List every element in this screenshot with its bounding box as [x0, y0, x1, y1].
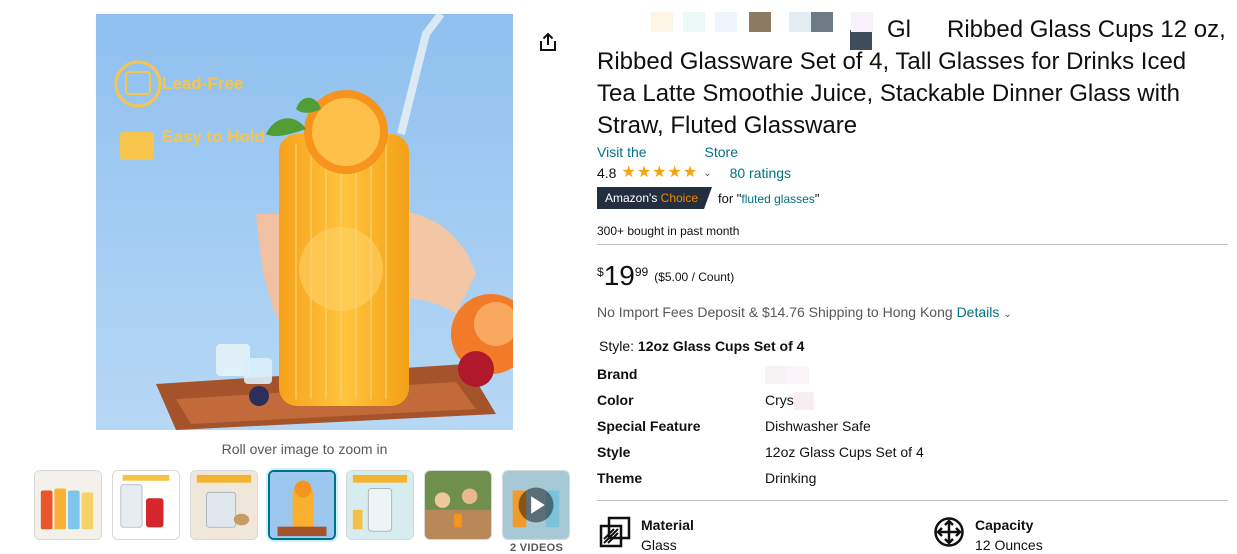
product-title: Gl Ribbed Glass Cups 12 oz, Ribbed Glassw…: [597, 16, 1226, 139]
star-icon: ★: [652, 164, 667, 181]
star-icon: ★: [621, 164, 636, 181]
spec-row-theme: Theme Drinking: [597, 470, 817, 486]
redaction-block: [715, 12, 737, 32]
visit-store-link[interactable]: Visit the Store: [597, 144, 738, 160]
amazons-choice-row: Amazon's Choice for "fluted glasses": [597, 187, 819, 209]
redaction-block: [793, 392, 814, 411]
spec-row-style: Style 12oz Glass Cups Set of 4: [597, 444, 924, 460]
star-icon: ★: [682, 164, 698, 181]
divider: [597, 244, 1228, 245]
redaction-block: [683, 12, 705, 32]
feature-highlights: Material Glass Capacity 12 Ounces: [597, 514, 1237, 554]
star-icon: ★: [667, 164, 682, 181]
title-redacted-area: [597, 19, 887, 43]
thumbnail-6[interactable]: [424, 470, 492, 540]
product-specs-table: Brand Color Crys Special Feature Dishwas…: [597, 366, 1197, 496]
chevron-down-icon[interactable]: ⌄: [1003, 309, 1011, 320]
choice-keyword-link[interactable]: fluted glasses: [741, 192, 814, 206]
main-product-image[interactable]: Lead-Free Easy to Hold: [96, 14, 513, 430]
spec-row-special-feature: Special Feature Dishwasher Safe: [597, 418, 871, 434]
thumbnail-5[interactable]: [346, 470, 414, 540]
redaction-block: [651, 12, 673, 32]
price: $ 19 99 ($5.00 / Count): [597, 260, 735, 291]
shipping-details-link[interactable]: Details: [957, 304, 1000, 320]
easy-to-hold-overlay: Easy to Hold: [162, 127, 265, 146]
redaction-block: [749, 12, 771, 32]
product-photo: Lead-Free Easy to Hold: [96, 14, 513, 430]
thumbnail-1[interactable]: [34, 470, 102, 540]
capacity-icon: [934, 517, 964, 547]
share-icon: [540, 32, 556, 51]
spec-row-brand: Brand: [597, 366, 1197, 392]
bought-past-month: 300+ bought in past month: [597, 224, 740, 238]
material-icon: [599, 516, 631, 548]
spec-row-color: Color Crys: [597, 392, 1197, 418]
choice-keyword: for "fluted glasses": [718, 190, 820, 206]
star-icon: ★: [636, 164, 652, 181]
rating-value: 4.8: [597, 165, 617, 181]
redaction-block: [765, 366, 809, 385]
chevron-down-icon[interactable]: ⌄: [703, 168, 711, 179]
star-rating[interactable]: ★ ★ ★ ★ ★: [621, 165, 697, 181]
video-thumbnail[interactable]: [502, 470, 570, 540]
thumbnail-4[interactable]: [268, 470, 336, 540]
ratings-count-link[interactable]: 80 ratings: [730, 165, 791, 181]
redaction-block: [850, 30, 872, 50]
rating-row: 4.8 ★ ★ ★ ★ ★ ⌄ 80 ratings: [597, 164, 791, 182]
redaction-block: [789, 12, 811, 32]
price-per-unit: ($5.00 / Count): [654, 270, 735, 284]
divider: [597, 500, 1228, 501]
zoom-hint: Roll over image to zoom in: [221, 441, 388, 457]
videos-label[interactable]: 2 VIDEOS: [510, 542, 563, 554]
lead-free-overlay: Lead-Free: [162, 74, 243, 93]
share-button[interactable]: [536, 30, 560, 54]
shipping-info: No Import Fees Deposit & $14.76 Shipping…: [597, 304, 1012, 320]
redaction-block: [851, 12, 873, 32]
thumbnail-2[interactable]: [112, 470, 180, 540]
amazons-choice-badge[interactable]: Amazon's Choice: [597, 187, 712, 209]
style-selector: Style: 12oz Glass Cups Set of 4: [599, 338, 805, 354]
thumbnail-3[interactable]: [190, 470, 258, 540]
redaction-block: [811, 12, 833, 32]
